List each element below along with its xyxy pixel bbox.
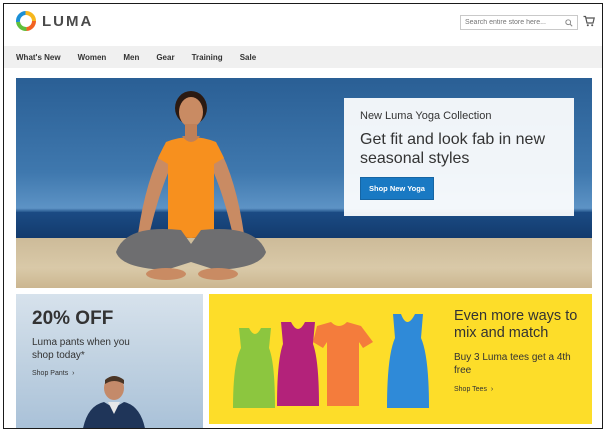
shop-new-yoga-button[interactable]: Shop New Yoga: [360, 177, 434, 200]
cart-icon[interactable]: [583, 15, 595, 27]
shop-tees-label: Shop Tees: [454, 386, 487, 393]
pants-promo-headline: 20% OFF: [32, 308, 114, 329]
hero-title: Get fit and look fab in new seasonal sty…: [360, 131, 545, 167]
search-icon[interactable]: [565, 19, 573, 27]
pants-promo-text: Luma pants when you shop today*: [32, 337, 130, 361]
logo[interactable]: LUMA: [16, 11, 93, 31]
man-in-hoodie-image: [83, 376, 145, 428]
nav-item-women[interactable]: Women: [78, 53, 107, 62]
search-box[interactable]: [460, 15, 578, 30]
pants-promo-block[interactable]: 20% OFF Luma pants when you shop today* …: [16, 294, 203, 428]
nav-item-sale[interactable]: Sale: [240, 53, 256, 62]
tees-promo-headline: Even more ways to mix and match: [454, 308, 578, 341]
nav-item-gear[interactable]: Gear: [156, 53, 174, 62]
nav-item-whats-new[interactable]: What's New: [16, 53, 61, 62]
hero-banner[interactable]: New Luma Yoga Collection Get fit and loo…: [16, 78, 592, 288]
tees-image: [233, 314, 429, 408]
shop-tees-link[interactable]: Shop Tees ›: [454, 386, 493, 393]
luma-logo-icon: [16, 11, 36, 31]
page-frame: LUMA What's New Women Men Gear Training …: [3, 3, 603, 429]
header: LUMA: [4, 4, 602, 46]
hero-promo-box: New Luma Yoga Collection Get fit and loo…: [344, 98, 574, 216]
main-nav: What's New Women Men Gear Training Sale: [4, 46, 602, 68]
yoga-woman-image: [116, 91, 266, 280]
tees-promo-block[interactable]: Even more ways to mix and match Buy 3 Lu…: [209, 294, 592, 424]
nav-item-men[interactable]: Men: [123, 53, 139, 62]
shop-pants-label: Shop Pants: [32, 370, 69, 377]
chevron-right-icon: ›: [488, 386, 494, 393]
hero-subtitle: New Luma Yoga Collection: [360, 110, 492, 122]
search-input[interactable]: [465, 19, 561, 26]
shop-pants-link[interactable]: Shop Pants ›: [32, 370, 74, 377]
tees-promo-text: Buy 3 Luma tees get a 4th free: [454, 352, 571, 376]
logo-text: LUMA: [42, 12, 94, 30]
nav-item-training[interactable]: Training: [192, 53, 223, 62]
